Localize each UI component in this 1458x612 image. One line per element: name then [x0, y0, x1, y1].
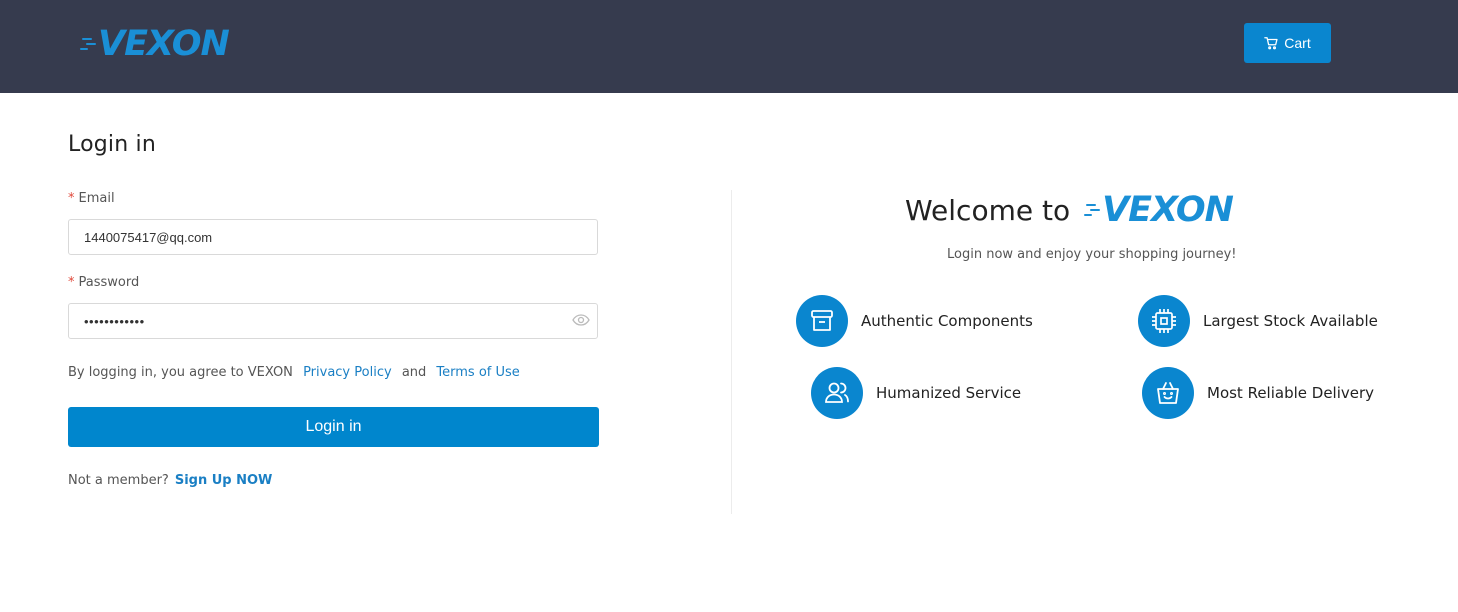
top-header: VEXON Cart	[0, 0, 1458, 93]
welcome-heading: Welcome to VEXON	[905, 190, 1234, 230]
signup-link[interactable]: Sign Up NOW	[175, 473, 273, 488]
speed-lines-icon	[80, 33, 102, 55]
archive-box-icon	[811, 310, 833, 331]
welcome-tagline: Login now and enjoy your shopping journe…	[947, 247, 1237, 262]
feature-item: Authentic Components	[796, 295, 1033, 347]
speed-lines-icon	[1084, 199, 1106, 221]
vexon-logo: VEXON	[1084, 190, 1234, 230]
required-mark: *	[68, 191, 75, 206]
email-field[interactable]	[68, 219, 598, 255]
page-title: Login in	[68, 132, 156, 157]
feature-item: Humanized Service	[811, 367, 1021, 419]
feature-label: Humanized Service	[876, 384, 1022, 402]
and-text: and	[401, 365, 427, 380]
feature-icon-circle	[1142, 367, 1194, 419]
terms-of-use-link[interactable]: Terms of Use	[436, 365, 519, 380]
welcome-text: Welcome to	[905, 193, 1071, 227]
feature-icon-circle	[1138, 295, 1190, 347]
feature-item: Most Reliable Delivery	[1142, 367, 1374, 419]
cart-button[interactable]: Cart	[1244, 23, 1331, 63]
eye-icon[interactable]	[572, 313, 590, 327]
shopping-bag-icon	[1157, 382, 1179, 404]
cart-label: Cart	[1284, 35, 1311, 51]
email-label: * Email	[68, 191, 115, 206]
terms-agreement: By logging in, you agree to VEXON Privac…	[68, 365, 520, 380]
feature-label: Authentic Components	[861, 312, 1033, 330]
feature-item: Largest Stock Available	[1138, 295, 1378, 347]
feature-label: Most Reliable Delivery	[1207, 384, 1375, 402]
feature-icon-circle	[811, 367, 863, 419]
password-label: * Password	[68, 275, 140, 290]
login-button[interactable]: Login in	[68, 407, 599, 447]
not-member-text: Not a member?	[68, 473, 169, 488]
password-field[interactable]	[68, 303, 598, 339]
users-icon	[825, 382, 849, 403]
logo-text: VEXON	[1102, 190, 1234, 230]
cart-icon	[1264, 37, 1278, 50]
vexon-logo[interactable]: VEXON	[80, 24, 230, 64]
feature-label: Largest Stock Available	[1203, 312, 1378, 330]
required-mark: *	[68, 275, 75, 290]
logo-text: VEXON	[98, 24, 230, 64]
agree-text: By logging in, you agree to VEXON	[68, 365, 293, 380]
feature-icon-circle	[796, 295, 848, 347]
chip-icon	[1152, 309, 1176, 333]
vertical-divider	[731, 190, 732, 514]
privacy-policy-link[interactable]: Privacy Policy	[303, 365, 392, 380]
signup-prompt: Not a member? Sign Up NOW	[68, 473, 272, 488]
